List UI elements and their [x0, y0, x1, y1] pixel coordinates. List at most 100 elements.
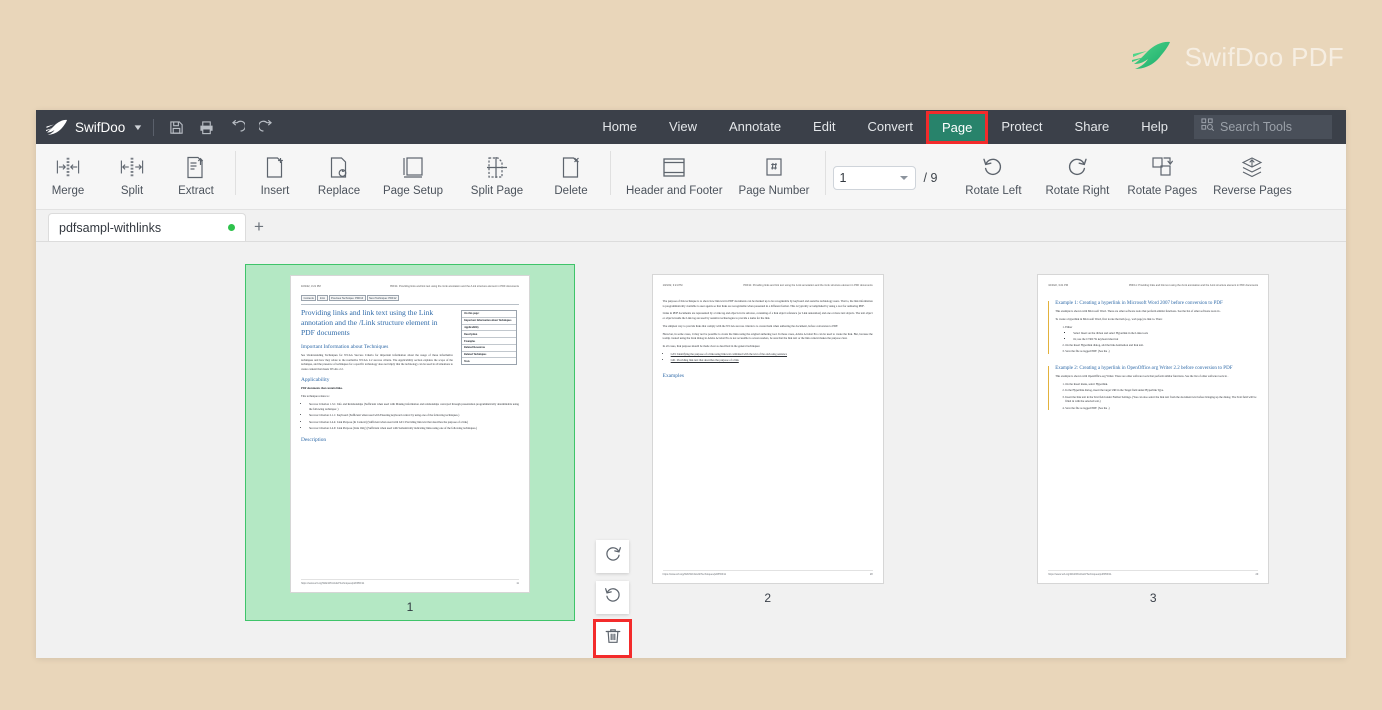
ribbon-button-split[interactable]: Split: [100, 149, 164, 197]
search-tools-icon: [1201, 118, 1214, 136]
split-page-icon: [486, 152, 508, 182]
ribbon-button-rotate-left[interactable]: Rotate Left: [951, 149, 1035, 197]
toolbar-divider: [153, 118, 155, 136]
rotate-right-icon: [1066, 152, 1088, 182]
section-heading-examples: Examples: [662, 372, 684, 379]
rotate-left-button[interactable]: [596, 581, 629, 614]
redo-icon[interactable]: [253, 114, 280, 140]
list-item: On the Insert menu, select Hyperlink.: [1065, 382, 1258, 387]
page-thumbnail-3[interactable]: 10/3/22, 3:21 PM PDF11: Providing links …: [960, 264, 1346, 621]
list-item: Either: [1065, 325, 1258, 330]
ribbon-button-rotate-right[interactable]: Rotate Right: [1035, 149, 1119, 197]
menu-item-help[interactable]: Help: [1125, 115, 1184, 139]
rotate-right-button[interactable]: [596, 540, 629, 573]
unsaved-indicator-dot: [228, 224, 235, 231]
page-footer-url: https://www.w3.org/WAI/WCAG22/Techniques…: [1048, 573, 1112, 576]
brand-logo: SwifDoo PDF: [1131, 40, 1344, 75]
page-thumbnail-1[interactable]: 10/3/22, 3:21 PM PDF11: Providing links …: [245, 264, 575, 621]
rotate-right-icon: [604, 545, 622, 568]
ribbon-button-rotate-pages[interactable]: Rotate Pages: [1119, 149, 1205, 197]
example-2-intro: This example is shown with OpenOffice.or…: [1055, 374, 1229, 379]
swifdoo-application-window: SwifDoo ▼ Home View Annotate Edit Conver…: [36, 110, 1346, 658]
menu-item-view[interactable]: View: [653, 115, 713, 139]
on-this-page-item[interactable]: Description: [461, 331, 516, 339]
ribbon-divider-2: [610, 151, 611, 195]
on-this-page-item[interactable]: Examples: [461, 338, 516, 345]
page-header-title: PDF11: Providing links and link text usi…: [389, 285, 519, 288]
applicability-bold: PDF documents that contain links.: [300, 386, 343, 391]
menu-item-edit[interactable]: Edit: [797, 115, 851, 139]
search-placeholder: Search Tools: [1220, 120, 1293, 134]
body-paragraph: Links in PDF documents are represented b…: [662, 311, 873, 320]
ribbon-label-replace: Replace: [317, 185, 361, 197]
chevron-down-icon[interactable]: [899, 176, 908, 180]
breadcrumb-item-contents[interactable]: Contents: [300, 295, 317, 301]
save-icon[interactable]: [163, 114, 190, 140]
breadcrumb: Contents Intro Previous Technique: PDF10…: [300, 295, 519, 301]
ribbon-button-reverse-pages[interactable]: Reverse Pages: [1205, 149, 1300, 197]
undo-icon[interactable]: [223, 114, 250, 140]
page-number-label-2: 2: [764, 591, 772, 605]
page-footer: https://www.w3.org/WAI/WCAG22/Techniques…: [300, 579, 519, 585]
list-item-link[interactable]: G53: Identifying the purpose of a link u…: [671, 352, 873, 357]
ribbon-button-page-setup[interactable]: Page Setup: [371, 149, 455, 197]
split-icon: [120, 152, 144, 182]
ribbon-button-header-and-footer[interactable]: Header and Footer: [618, 149, 731, 197]
ribbon-button-split-page[interactable]: Split Page: [455, 149, 539, 197]
section-heading-applicability: Applicability: [300, 377, 330, 384]
ribbon-button-insert[interactable]: Insert: [243, 149, 307, 197]
new-tab-button[interactable]: +: [246, 213, 272, 241]
document-tab[interactable]: pdfsampl-withlinks: [48, 213, 246, 241]
menu-item-home[interactable]: Home: [586, 115, 653, 139]
ribbon-label-page-number: Page Number: [738, 185, 810, 197]
applicability-lead: This technique relates to:: [300, 394, 330, 399]
on-this-page-item[interactable]: Tests: [462, 358, 516, 364]
menu-item-convert[interactable]: Convert: [851, 115, 929, 139]
header-footer-icon: [662, 152, 686, 182]
print-icon[interactable]: [193, 114, 220, 140]
page-number-label-1: 1: [406, 600, 414, 614]
on-this-page-item[interactable]: Related Resources: [461, 345, 516, 352]
thumbnail-row: 10/3/22, 3:21 PM PDF11: Providing links …: [36, 264, 1346, 621]
list-item: Success Criterion 2.4.4: Link Purpose (I…: [309, 420, 519, 425]
on-this-page-item[interactable]: Related Techniques: [461, 352, 516, 359]
swift-bird-icon: [1131, 40, 1173, 75]
ribbon-button-extract[interactable]: Extract: [164, 149, 228, 197]
ribbon-button-delete[interactable]: Delete: [539, 149, 603, 197]
list-item: Select Insert on the ribbon and select H…: [1073, 331, 1258, 336]
delete-page-button[interactable]: [593, 619, 632, 658]
ribbon-label-reverse-pages: Reverse Pages: [1213, 185, 1292, 197]
page-navigation-group: 1 / 9: [832, 166, 937, 190]
breadcrumb-item-previous[interactable]: Previous Technique: PDF10: [328, 295, 366, 301]
page-header-date: 10/3/22, 3:21 PM: [300, 285, 321, 288]
on-this-page-item[interactable]: Important Information about Techniques: [461, 318, 516, 325]
menu-item-protect[interactable]: Protect: [985, 115, 1058, 139]
breadcrumb-item-next[interactable]: Next Technique: PDF12: [366, 295, 400, 301]
page-number-input[interactable]: 1: [832, 166, 916, 190]
list-item-link[interactable]: G91: Providing link text that describes …: [671, 358, 873, 363]
page-footer-url: https://www.w3.org/WAI/WCAG22/Techniques…: [662, 573, 727, 576]
example-1-intro: This example is shown with Microsoft Wor…: [1055, 309, 1221, 313]
ribbon-label-rotate-left: Rotate Left: [965, 185, 1022, 197]
menu-bar: SwifDoo ▼ Home View Annotate Edit Conver…: [36, 110, 1346, 144]
page-thumbnail-2[interactable]: 10/3/22, 3:21 PM PDF11: Providing links …: [575, 264, 961, 621]
trash-icon: [604, 627, 622, 650]
applicability-list: Success Criterion 1.3.1: Info and Relati…: [309, 402, 519, 431]
breadcrumb-item-intro[interactable]: Intro: [317, 295, 328, 301]
search-input[interactable]: Search Tools: [1194, 115, 1332, 139]
page-header: 10/3/22, 3:21 PM PDF11: Providing links …: [1048, 284, 1258, 287]
menu-item-page[interactable]: Page: [925, 110, 989, 144]
example-2-title: Example 2: Creating a hyperlink in OpenO…: [1055, 366, 1233, 372]
ribbon-button-merge[interactable]: Merge: [36, 149, 100, 197]
ribbon-label-extract: Extract: [178, 185, 214, 197]
chevron-down-icon[interactable]: ▼: [133, 123, 144, 132]
on-this-page-item[interactable]: Applicability: [461, 325, 516, 332]
example-1-block: Example 1: Creating a hyperlink in Micro…: [1048, 301, 1258, 355]
example-1-title: Example 1: Creating a hyperlink in Micro…: [1055, 301, 1223, 306]
ribbon-button-page-number[interactable]: Page Number: [731, 149, 818, 197]
menu-item-share[interactable]: Share: [1059, 115, 1126, 139]
example-2-steps: On the Insert menu, select Hyperlink. In…: [1065, 382, 1258, 410]
section-heading-description: Description: [300, 436, 327, 443]
ribbon-button-replace[interactable]: Replace: [307, 149, 371, 197]
menu-item-annotate[interactable]: Annotate: [713, 115, 797, 139]
